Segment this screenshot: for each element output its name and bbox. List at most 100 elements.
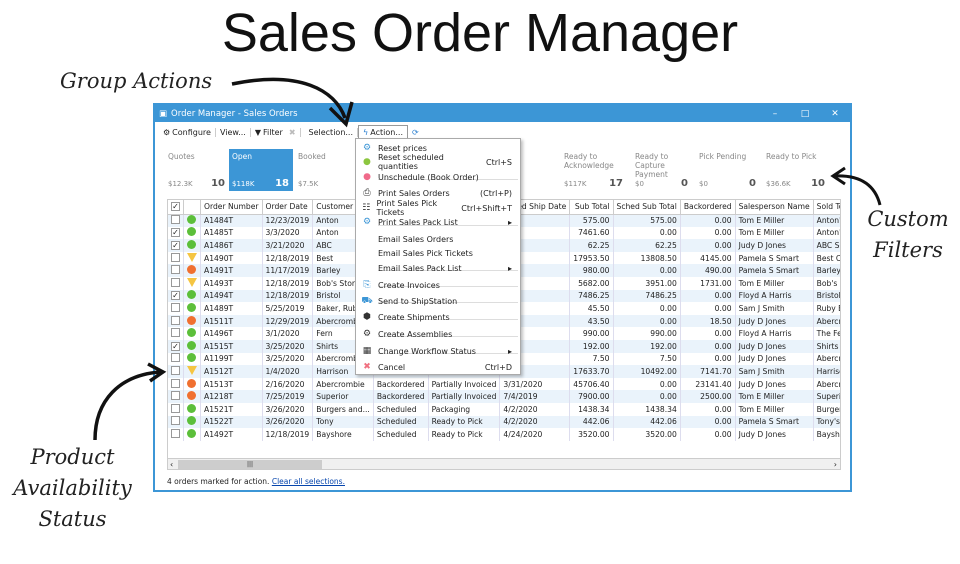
column-header[interactable]: Sched Sub Total [613,200,681,215]
filter-tile[interactable]: Quotes $12.3K 10 [165,149,229,191]
action-label: Action... [370,128,403,137]
status-footer: 4 orders marked for action. Clear all se… [167,477,345,486]
row-checkbox[interactable] [171,277,180,287]
row-checkbox-cell[interactable]: ✓ [168,226,184,240]
filter-button[interactable]: ▼ Filter ✖ [251,127,301,137]
row-checkbox[interactable] [171,215,180,225]
filter-tile[interactable]: Ready to Pick $36.6K 10 [763,149,829,191]
menu-item[interactable]: Email Sales Pack List ▸ [356,261,520,275]
menu-item[interactable]: ⬢ Create Shipments [356,310,520,324]
filter-tile[interactable]: Booked $7.5K [295,149,355,191]
row-checkbox-cell[interactable] [168,302,184,315]
row-checkbox[interactable] [171,328,180,338]
row-checkbox-cell[interactable] [168,377,184,391]
lightning-icon: ϟ [363,128,369,137]
clear-selections-link[interactable]: Clear all selections. [272,477,345,486]
close-button[interactable]: ✕ [820,109,850,119]
menu-item[interactable]: ● Unschedule (Book Order) [356,170,520,184]
scroll-thumb[interactable]: ||| [178,460,322,469]
menu-item[interactable]: Email Sales Orders [356,232,520,246]
cell-date: 11/17/2019 [262,264,314,277]
selection-button[interactable]: Selection... [301,127,359,137]
menu-item[interactable]: ● Reset scheduled quantities Ctrl+S [356,153,520,171]
menu-item[interactable]: ⚙ Print Sales Pack List ▸ [356,215,520,229]
scroll-left-icon[interactable]: ‹ [170,460,173,469]
row-checkbox-cell[interactable]: ✓ [168,339,184,353]
row-checkbox[interactable] [171,252,180,262]
row-checkbox-cell[interactable] [168,276,184,290]
horizontal-scrollbar[interactable]: ‹ ||| › [167,458,841,470]
configure-button[interactable]: ⚙ Configure [159,127,216,137]
menu-item[interactable]: ⚙ Create Assemblies [356,327,520,341]
row-checkbox[interactable]: ✓ [171,228,180,238]
row-checkbox[interactable]: ✓ [171,291,180,301]
row-checkbox-cell[interactable] [168,402,184,416]
column-header[interactable]: ✓ [168,200,184,215]
row-checkbox[interactable]: ✓ [171,341,180,351]
column-header[interactable]: Order Date [262,200,314,215]
row-checkbox-cell[interactable] [168,251,184,265]
table-row[interactable]: A1513T 2/16/2020 Abercrombie Backordered Par… [168,377,840,391]
cell-sub: 3520.00 [569,428,614,441]
row-checkbox-cell[interactable] [168,327,184,340]
filter-tile[interactable]: Open $118K 18 [229,149,293,191]
availability-green-icon [187,290,196,300]
availability-cell [183,226,201,240]
column-header[interactable] [183,200,201,215]
menu-item[interactable]: Email Sales Pick Tickets [356,246,520,260]
refresh-button[interactable]: ⟳ [408,128,423,137]
table-row[interactable]: A1521T 3/26/2020 Burgers and... Scheduled Pa… [168,402,840,416]
column-header[interactable]: Order Number [200,200,263,215]
row-checkbox-cell[interactable] [168,428,184,441]
row-checkbox[interactable] [171,365,180,375]
menu-item[interactable]: ⎘ Create Invoices [356,278,520,292]
row-checkbox[interactable] [171,416,180,426]
table-row[interactable]: A1492T 12/18/2019 Bayshore Scheduled Ready t… [168,428,840,441]
row-checkbox-cell[interactable] [168,214,184,227]
row-checkbox[interactable] [171,315,180,325]
menu-item[interactable]: ⎙ Print Sales Orders (Ctrl+P) [356,186,520,200]
row-checkbox-cell[interactable]: ✓ [168,289,184,303]
column-header[interactable]: Backordered [680,200,736,215]
column-header[interactable]: Sub Total [569,200,614,215]
filter-tile[interactable]: Ready to Capture Payment $0 0 [632,149,692,191]
cell-date: 3/21/2020 [262,239,314,252]
filter-tile[interactable]: Pick Pending $0 0 [696,149,760,191]
table-row[interactable]: A1522T 3/26/2020 Tony Scheduled Ready to Pic… [168,415,840,429]
row-checkbox-cell[interactable] [168,264,184,277]
row-checkbox[interactable] [171,378,180,388]
row-checkbox-cell[interactable] [168,352,184,366]
row-checkbox-cell[interactable]: ✓ [168,239,184,252]
menu-item[interactable]: ☷ Print Sales Pick Tickets Ctrl+Shift+T [356,199,520,217]
menu-item[interactable]: ⛟ Send to ShipStation [356,294,520,308]
row-checkbox[interactable]: ✓ [171,240,180,250]
view-button[interactable]: View... [216,127,251,137]
cell-sales: Pamela S Smart [735,251,814,265]
menu-item[interactable]: ✖ Cancel Ctrl+D [356,360,520,374]
row-checkbox-cell[interactable] [168,314,184,328]
row-checkbox[interactable] [171,302,180,312]
column-header[interactable]: Sold To A [813,200,840,215]
maximize-button[interactable]: □ [790,109,820,119]
row-checkbox-cell[interactable] [168,390,184,403]
table-row[interactable]: A1218T 7/25/2019 Superior Backordered Partia… [168,390,840,403]
cell-sub: 1438.34 [569,402,614,416]
row-checkbox-cell[interactable] [168,365,184,378]
select-all-checkbox[interactable]: ✓ [171,202,180,212]
row-checkbox[interactable] [171,353,180,363]
row-checkbox-cell[interactable] [168,415,184,429]
cell-back: 1731.00 [680,276,736,290]
scroll-right-icon[interactable]: › [834,460,837,469]
menu-item[interactable]: ▦ Change Workflow Status ▸ [356,344,520,358]
menu-item-label: Email Sales Pick Tickets [378,248,473,258]
filter-tile[interactable]: Ready to Acknowledge $117K 17 [561,149,627,191]
minimize-button[interactable]: – [760,109,790,119]
row-checkbox[interactable] [171,403,180,413]
row-checkbox[interactable] [171,428,180,438]
row-checkbox[interactable] [171,265,180,275]
column-header[interactable]: Salesperson Name [735,200,814,215]
row-checkbox[interactable] [171,391,180,401]
clear-filter-icon[interactable]: ✖ [289,128,296,137]
menu-item-label: Cancel [378,362,406,372]
menu-item-shortcut: Ctrl+D [484,362,512,372]
